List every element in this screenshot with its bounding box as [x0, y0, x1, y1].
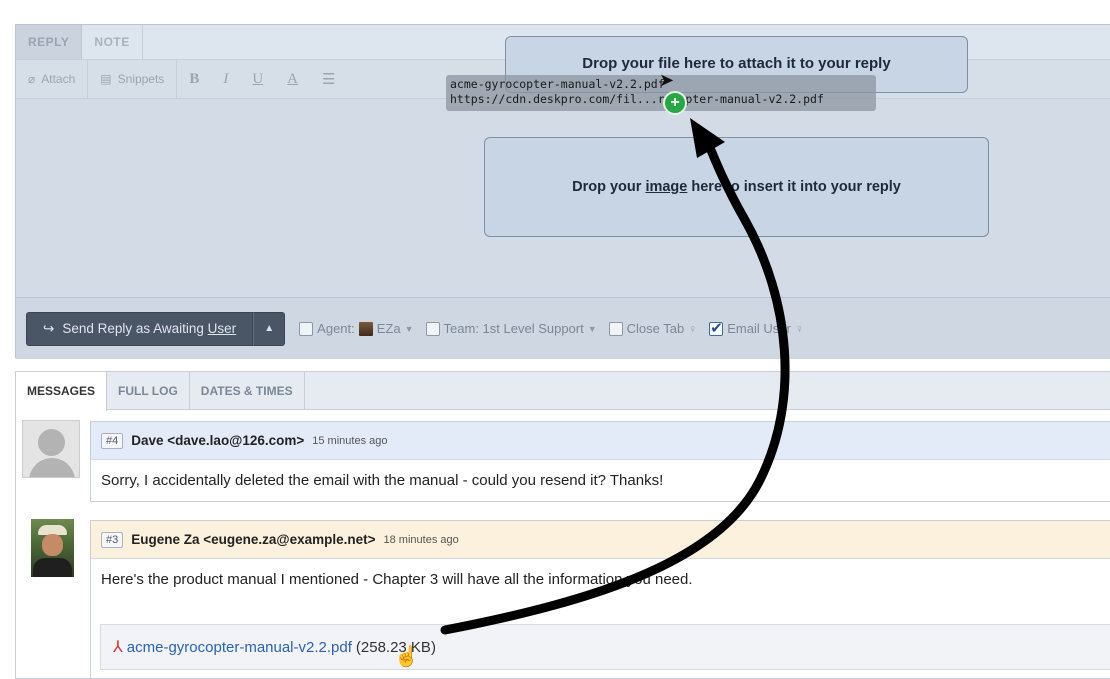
tab-reply[interactable]: REPLY	[16, 25, 83, 59]
message-number[interactable]: #3	[101, 531, 124, 548]
tab-full-log[interactable]: FULL LOG	[107, 372, 190, 410]
pdf-icon: ⅄	[113, 639, 123, 656]
image-dropzone-post: here to insert it into your reply	[687, 179, 901, 195]
cursor-arrow-icon: ➤	[659, 70, 675, 90]
agent-checkbox[interactable]	[299, 321, 314, 336]
team-label: Team: 1st Level Support	[443, 321, 584, 336]
send-bar: ↪ Send Reply as Awaiting User ▲ Agent: E…	[16, 297, 1110, 359]
attachment-link[interactable]: acme-gyrocopter-manual-v2.2.pdf	[127, 639, 352, 656]
chevron-down-icon: ▼	[404, 323, 414, 334]
message-header: #3 Eugene Za <eugene.za@example.net> 18 …	[91, 521, 1110, 559]
message-time: 15 minutes ago	[312, 434, 388, 447]
caret-up-icon[interactable]: ▲	[253, 311, 286, 346]
tab-messages[interactable]: MESSAGES	[16, 372, 108, 411]
image-dropzone[interactable]: Drop your image here to insert it into y…	[484, 137, 989, 237]
close-tab-label: Close Tab	[626, 321, 685, 336]
underline-button[interactable]: U	[240, 71, 275, 88]
message-author[interactable]: Dave <dave.lao@126.com>	[131, 433, 304, 448]
lightbulb-icon: ♀	[688, 321, 698, 336]
lightbulb-icon: ♀	[794, 321, 804, 336]
snippets-button[interactable]: ▤ Snippets	[88, 59, 178, 99]
messages-tabs: MESSAGES FULL LOG DATES & TIMES	[16, 372, 1110, 411]
reply-arrow-icon: ↪	[43, 320, 55, 336]
list-icon[interactable]: ☰	[310, 70, 347, 89]
snippets-icon: ▤	[100, 72, 112, 86]
team-checkbox[interactable]	[425, 321, 440, 336]
email-user-label: Email User	[727, 321, 791, 336]
chevron-down-icon: ▼	[587, 323, 597, 334]
message-author[interactable]: Eugene Za <eugene.za@example.net>	[131, 532, 375, 547]
attachment: ⅄ acme-gyrocopter-manual-v2.2.pdf (258.2…	[100, 624, 1110, 670]
italic-button[interactable]: I	[211, 71, 240, 88]
agent-avatar	[358, 321, 373, 336]
agent-value: EZa	[376, 321, 401, 336]
tab-dates-times[interactable]: DATES & TIMES	[190, 372, 305, 410]
image-dropzone-word: image	[645, 179, 688, 195]
agent-option[interactable]: Agent: EZa ▼	[299, 321, 414, 336]
avatar	[31, 519, 74, 577]
send-reply-button[interactable]: ↪ Send Reply as Awaiting User	[26, 311, 254, 346]
plus-icon: +	[663, 91, 687, 115]
hand-cursor-icon: ☝	[394, 646, 419, 668]
send-label: Send Reply as Awaiting	[62, 321, 208, 336]
email-user-checkbox[interactable]	[709, 319, 724, 337]
message-body: Here's the product manual I mentioned - …	[91, 559, 1110, 600]
message-header: #4 Dave <dave.lao@126.com> 15 minutes ag…	[91, 422, 1110, 460]
team-option[interactable]: Team: 1st Level Support ▼	[425, 321, 597, 336]
reply-tabs: REPLY NOTE	[16, 25, 143, 59]
image-dropzone-pre: Drop your	[572, 179, 646, 195]
bold-button[interactable]: B	[177, 71, 211, 88]
avatar	[22, 420, 80, 478]
send-label-user: User	[207, 321, 237, 336]
tab-note[interactable]: NOTE	[82, 25, 143, 59]
agent-label: Agent:	[317, 321, 355, 336]
text-color-button[interactable]: A	[275, 71, 310, 88]
snippets-label: Snippets	[117, 72, 165, 86]
close-tab-option[interactable]: Close Tab ♀	[608, 321, 698, 336]
paperclip-icon: ⌀	[28, 72, 36, 86]
message-number[interactable]: #4	[101, 432, 124, 449]
message-item: #4 Dave <dave.lao@126.com> 15 minutes ag…	[90, 421, 1110, 502]
email-user-option[interactable]: Email User ♀	[709, 319, 804, 337]
close-tab-checkbox[interactable]	[608, 321, 623, 336]
message-body: Sorry, I accidentally deleted the email …	[91, 460, 1110, 501]
attach-button[interactable]: ⌀ Attach	[16, 59, 89, 99]
attach-label: Attach	[41, 72, 76, 86]
message-time: 18 minutes ago	[383, 533, 459, 546]
